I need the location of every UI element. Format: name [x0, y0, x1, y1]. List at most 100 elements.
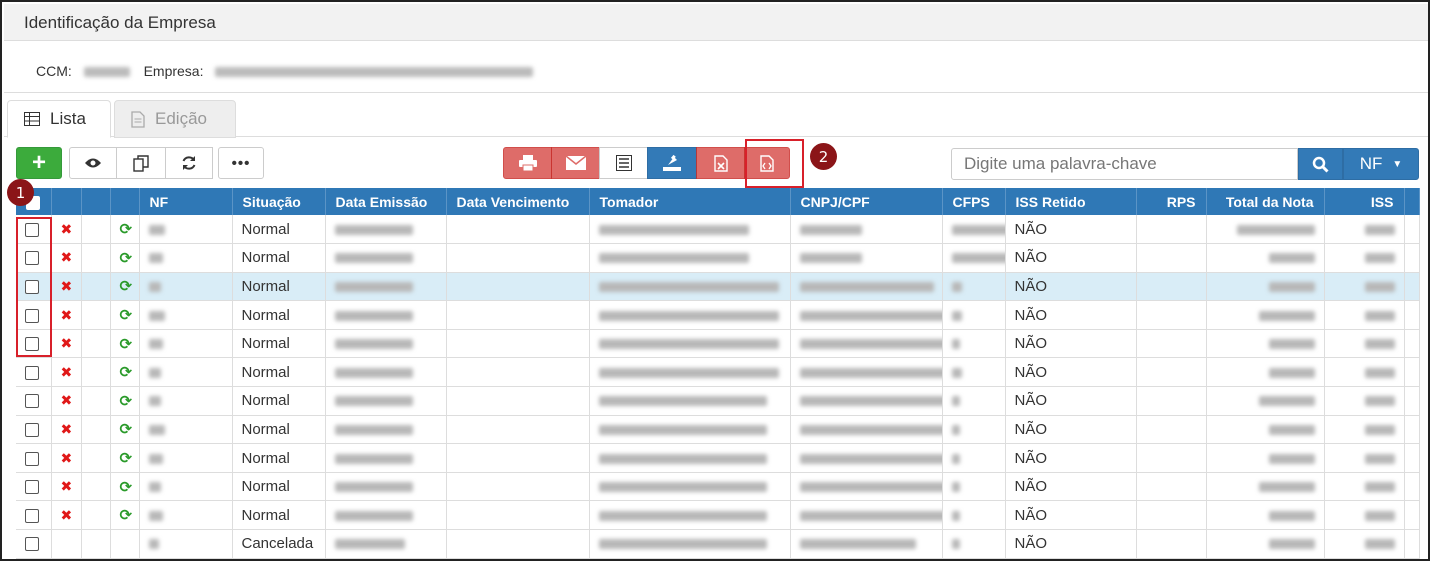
column-header[interactable]: Total da Nota	[1206, 188, 1325, 215]
iss-redacted	[1364, 310, 1395, 321]
table-cell: ⟳	[110, 329, 140, 359]
table-cell	[139, 329, 233, 359]
refresh-icon[interactable]: ⟳	[120, 507, 133, 524]
company-info: CCM: Empresa:	[4, 41, 1428, 93]
table-row[interactable]: ✖ ⟳ Normal NÃO	[16, 386, 1420, 416]
table-row[interactable]: ✖ ⟳ Normal NÃO	[16, 415, 1420, 445]
cancel-icon[interactable]: ✖	[61, 507, 73, 523]
table-row[interactable]: ✖ ⟳ Normal NÃO	[16, 443, 1420, 473]
search-input[interactable]	[951, 148, 1298, 180]
nf-dropdown[interactable]: NF ▼	[1343, 148, 1419, 180]
iss-redacted	[1364, 224, 1395, 235]
table-row[interactable]: ✖ ⟳ Normal NÃO	[16, 472, 1420, 502]
column-header[interactable]: CFPS	[942, 188, 1006, 215]
table-cell	[589, 243, 791, 273]
table-cell	[446, 215, 590, 245]
tomador-redacted	[598, 224, 749, 235]
table-cell	[790, 443, 943, 473]
row-checkbox[interactable]	[25, 508, 39, 523]
row-checkbox[interactable]	[25, 394, 39, 409]
refresh-icon[interactable]: ⟳	[120, 393, 133, 410]
cancel-icon[interactable]: ✖	[61, 364, 73, 380]
excel-button[interactable]	[696, 147, 745, 179]
table-cell: ⟳	[110, 272, 140, 302]
table-cell	[1136, 472, 1207, 502]
print-button[interactable]	[503, 147, 552, 179]
table-cell: ⟳	[110, 415, 140, 445]
refresh-button[interactable]	[165, 147, 213, 179]
table-cell	[1206, 272, 1325, 302]
add-button[interactable]: +	[16, 147, 62, 179]
cancel-icon[interactable]: ✖	[61, 278, 73, 294]
refresh-icon[interactable]: ⟳	[120, 450, 133, 467]
table-row[interactable]: Cancelada NÃO	[16, 529, 1420, 559]
cnpj-redacted	[799, 424, 941, 435]
refresh-icon[interactable]: ⟳	[120, 250, 133, 267]
table-row[interactable]: ✖ ⟳ Normal NÃO	[16, 215, 1420, 245]
row-checkbox[interactable]	[25, 451, 39, 466]
table-cell	[1206, 529, 1325, 559]
situacao-cell: Normal	[232, 215, 326, 245]
tomador-redacted	[598, 539, 767, 550]
iss-redacted	[1364, 424, 1395, 435]
situacao-cell: Normal	[232, 500, 326, 531]
cancel-icon[interactable]: ✖	[61, 478, 73, 494]
column-header[interactable]: Tomador	[589, 188, 791, 215]
column-header[interactable]: CNPJ/CPF	[790, 188, 943, 215]
table-row[interactable]: ✖ ⟳ Normal NÃO	[16, 272, 1420, 302]
cancel-icon[interactable]: ✖	[61, 421, 73, 437]
cancel-icon[interactable]: ✖	[61, 249, 73, 265]
cancel-icon[interactable]: ✖	[61, 335, 73, 351]
tomador-redacted	[598, 424, 767, 435]
refresh-icon[interactable]: ⟳	[120, 336, 133, 353]
refresh-icon[interactable]: ⟳	[120, 221, 133, 238]
cancel-icon[interactable]: ✖	[61, 307, 73, 323]
cfps-redacted	[951, 367, 962, 378]
table-cell	[51, 529, 82, 559]
cancel-icon[interactable]: ✖	[61, 221, 73, 237]
total-redacted	[1268, 339, 1315, 350]
refresh-icon[interactable]: ⟳	[120, 364, 133, 381]
refresh-icon[interactable]: ⟳	[120, 421, 133, 438]
cfps-redacted	[951, 253, 1004, 264]
table-cell	[325, 415, 447, 445]
table-cell	[139, 415, 233, 445]
row-checkbox[interactable]	[25, 480, 39, 495]
table-cell	[325, 300, 447, 330]
column-header[interactable]: Data Vencimento	[446, 188, 590, 215]
export-button[interactable]	[647, 147, 697, 179]
table-row[interactable]: ✖ ⟳ Normal NÃO	[16, 357, 1420, 388]
refresh-icon[interactable]: ⟳	[120, 278, 133, 295]
nf-number-redacted	[148, 367, 161, 378]
row-checkbox[interactable]	[25, 365, 39, 380]
view-button[interactable]	[69, 147, 117, 179]
column-header[interactable]: ISS	[1324, 188, 1405, 215]
column-header[interactable]: RPS	[1136, 188, 1207, 215]
email-button[interactable]	[551, 147, 600, 179]
cancel-icon[interactable]: ✖	[61, 392, 73, 408]
row-checkbox[interactable]	[25, 422, 39, 437]
column-header[interactable]: NF	[139, 188, 233, 215]
search-button[interactable]	[1298, 148, 1343, 180]
tab-edicao[interactable]: Edição	[114, 100, 236, 138]
column-header[interactable]: ISS Retido	[1005, 188, 1137, 215]
list-button[interactable]	[599, 147, 648, 179]
refresh-icon[interactable]: ⟳	[120, 307, 133, 324]
table-row[interactable]: ✖ ⟳ Normal NÃO	[16, 329, 1420, 359]
cancel-icon[interactable]: ✖	[61, 450, 73, 466]
table-cell	[325, 472, 447, 502]
tab-lista[interactable]: Lista	[7, 100, 111, 138]
column-header[interactable]: Situação	[232, 188, 326, 215]
refresh-icon[interactable]: ⟳	[120, 479, 133, 496]
situacao-cell: Normal	[232, 443, 326, 473]
cfps-redacted	[951, 282, 962, 293]
copy-button[interactable]	[116, 147, 166, 179]
table-row[interactable]: ✖ ⟳ Normal NÃO	[16, 500, 1420, 531]
table-cell	[1206, 415, 1325, 445]
table-row[interactable]: ✖ ⟳ Normal NÃO	[16, 243, 1420, 273]
column-header[interactable]: Data Emissão	[325, 188, 447, 215]
more-button[interactable]: •••	[218, 147, 264, 179]
table-cell	[325, 443, 447, 473]
table-row[interactable]: ✖ ⟳ Normal NÃO	[16, 300, 1420, 330]
row-checkbox[interactable]	[25, 537, 39, 552]
